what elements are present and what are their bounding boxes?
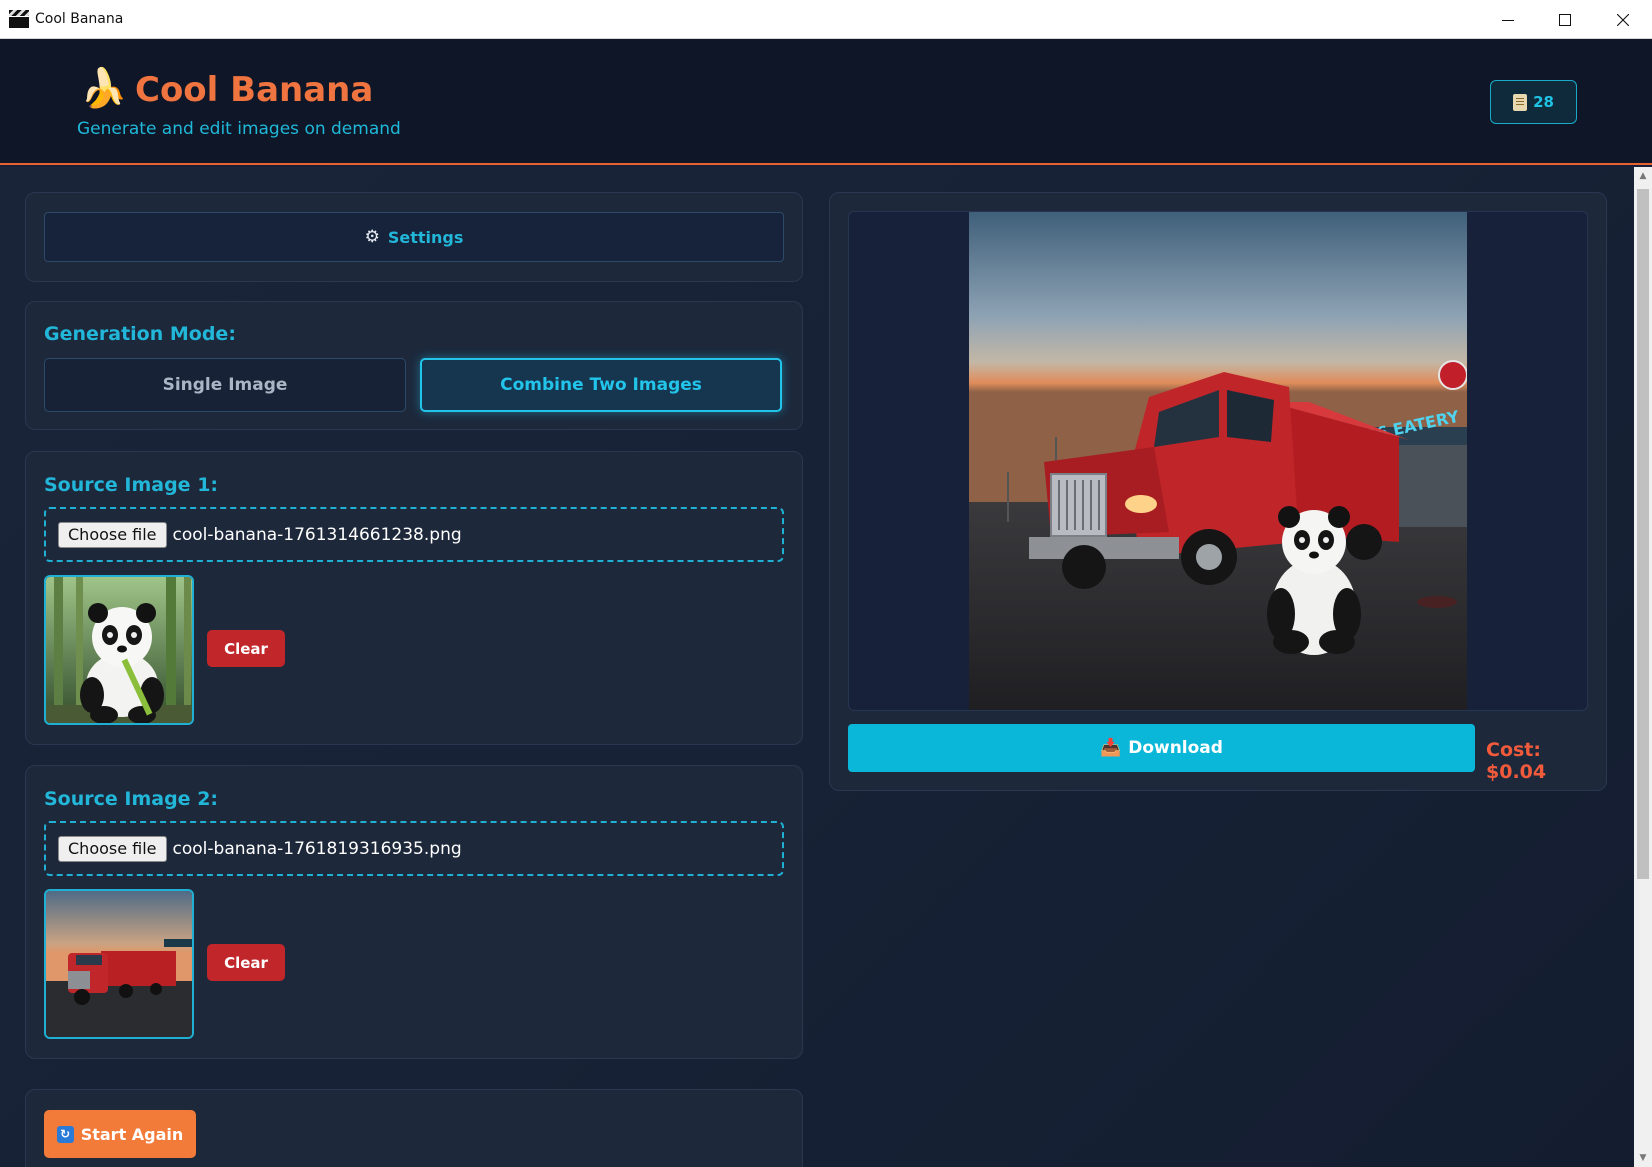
settings-button[interactable]: ⚙ Settings — [44, 212, 784, 262]
mode-single-image-button[interactable]: Single Image — [44, 358, 406, 412]
settings-label: Settings — [387, 227, 464, 247]
refresh-icon: ↻ — [56, 1125, 74, 1143]
app-header: 🍌 Cool Banana Generate and edit images o… — [0, 39, 1652, 165]
source-image-1-label: Source Image 1: — [44, 474, 219, 496]
scroll-up-arrow-icon[interactable]: ▲ — [1634, 167, 1652, 185]
mode-single-label: Single Image — [162, 375, 288, 395]
result-image: 66 EATERY — [969, 212, 1467, 710]
close-window-button[interactable] — [1594, 0, 1652, 39]
clapperboard-icon — [9, 10, 29, 28]
app-title: Cool Banana — [135, 70, 374, 110]
source-image-2-clear-button[interactable]: Clear — [207, 944, 285, 981]
scroll-down-arrow-icon[interactable]: ▼ — [1634, 1149, 1652, 1167]
source-image-2-choose-file-button[interactable]: Choose file — [58, 835, 167, 862]
window-title: Cool Banana — [35, 11, 124, 27]
source-image-2-thumbnail — [44, 889, 194, 1039]
mode-combine-label: Combine Two Images — [500, 375, 702, 395]
start-again-button[interactable]: ↻ Start Again — [44, 1110, 196, 1158]
actions-card: ↻ Start Again — [25, 1089, 803, 1167]
source-image-1-card: Source Image 1: Choose file cool-banana-… — [25, 451, 803, 745]
source-image-2-file-name: cool-banana-1761819316935.png — [172, 838, 462, 859]
vertical-scrollbar[interactable]: ▲ ▼ — [1634, 167, 1652, 1167]
history-counter-button[interactable]: 28 — [1490, 80, 1577, 124]
cost-label: Cost: $0.04 — [1486, 739, 1547, 783]
source-image-1-choose-file-button[interactable]: Choose file — [58, 521, 167, 548]
mode-combine-images-button[interactable]: Combine Two Images — [420, 358, 782, 412]
window-title-bar: Cool Banana — [0, 0, 1652, 39]
source-image-2-label: Source Image 2: — [44, 788, 219, 810]
result-card: 66 EATERY 📥 Download Cost: $0.04 — [829, 192, 1607, 791]
download-button[interactable]: 📥 Download — [848, 724, 1475, 772]
banana-icon: 🍌 — [80, 66, 128, 110]
maximize-button[interactable] — [1536, 0, 1594, 39]
history-count: 28 — [1533, 93, 1554, 111]
scroll-icon — [1513, 93, 1528, 111]
download-icon: 📥 — [1100, 738, 1122, 758]
gear-icon: ⚙ — [364, 227, 380, 247]
source-image-1-dropzone[interactable]: Choose file cool-banana-1761314661238.pn… — [44, 507, 784, 562]
source-image-2-dropzone[interactable]: Choose file cool-banana-1761819316935.pn… — [44, 821, 784, 876]
generation-mode-card: Generation Mode: Single Image Combine Tw… — [25, 301, 803, 430]
generation-mode-label: Generation Mode: — [44, 323, 236, 345]
source-image-1-thumbnail — [44, 575, 194, 725]
source-image-1-file-name: cool-banana-1761314661238.png — [172, 524, 462, 545]
start-again-label: Start Again — [80, 1124, 184, 1144]
result-image-frame: 66 EATERY — [848, 211, 1588, 711]
scrollbar-thumb[interactable] — [1637, 189, 1649, 879]
minimize-button[interactable] — [1479, 0, 1537, 39]
source-image-1-clear-button[interactable]: Clear — [207, 630, 285, 667]
main-area: ⚙ Settings Generation Mode: Single Image… — [0, 167, 1634, 1167]
source-image-2-card: Source Image 2: Choose file cool-banana-… — [25, 765, 803, 1059]
download-label: Download — [1128, 738, 1223, 758]
settings-card: ⚙ Settings — [25, 192, 803, 282]
app-subtitle: Generate and edit images on demand — [77, 119, 401, 139]
